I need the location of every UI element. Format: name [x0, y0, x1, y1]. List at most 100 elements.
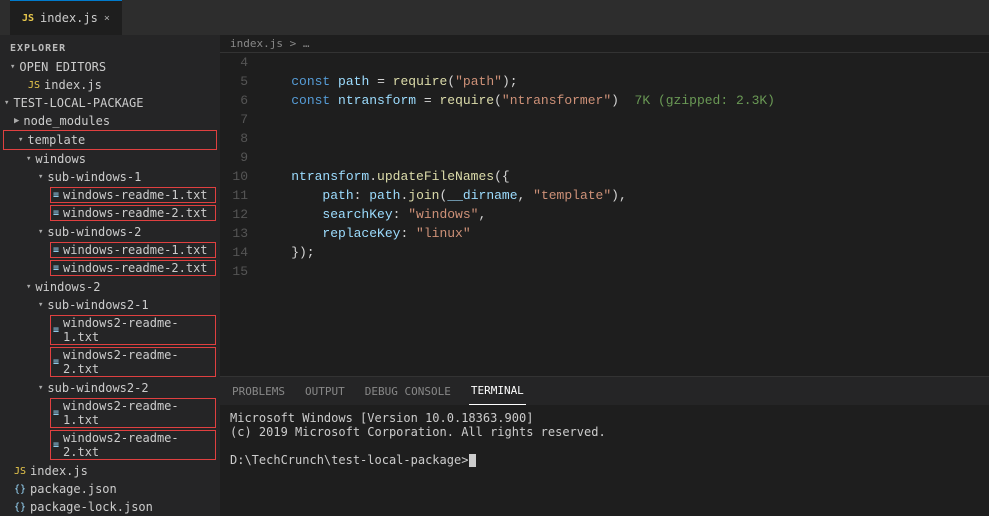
- tab-label: index.js: [40, 11, 98, 25]
- open-editors-section[interactable]: ▾ OPEN EDITORS: [0, 58, 220, 76]
- main-layout: EXPLORER ▾ OPEN EDITORS JS index.js ▾ TE…: [0, 35, 989, 516]
- sw2-windows-readme-1-label: windows-readme-1.txt: [63, 243, 208, 257]
- windows-readme-2-file[interactable]: ≡ windows-readme-2.txt: [50, 205, 216, 221]
- terminal-content[interactable]: Microsoft Windows [Version 10.0.18363.90…: [220, 405, 989, 516]
- windows-readme-1-label: windows-readme-1.txt: [63, 188, 208, 202]
- package-lock-json-label: package-lock.json: [30, 500, 153, 514]
- bottom-panel: PROBLEMS OUTPUT DEBUG CONSOLE TERMINAL M…: [220, 376, 989, 516]
- line-num: 12: [220, 205, 260, 224]
- node-modules-folder[interactable]: ▶ node_modules: [0, 112, 220, 130]
- line-num: 15: [220, 262, 260, 281]
- sub-windows-2-folder[interactable]: ▾ sub-windows-2: [0, 223, 220, 241]
- windows-2-folder[interactable]: ▾ windows-2: [0, 278, 220, 296]
- top-bar: JS index.js ×: [0, 0, 989, 35]
- package-json-file[interactable]: {} package.json: [0, 480, 220, 498]
- line-content: path: path.join(__dirname, "template"),: [260, 186, 627, 205]
- w2-sub2-readme-1-file[interactable]: ≡ windows2-readme-1.txt: [50, 398, 216, 428]
- txt-icon: ≡: [53, 325, 59, 336]
- chevron-icon: ▾: [26, 154, 31, 164]
- chevron-icon: ▾: [10, 62, 15, 72]
- index-js-label: index.js: [30, 464, 88, 478]
- code-line-9: 9: [220, 148, 989, 167]
- tab-debug-console[interactable]: DEBUG CONSOLE: [363, 377, 453, 405]
- line-num: 13: [220, 224, 260, 243]
- windows-readme-1-file[interactable]: ≡ windows-readme-1.txt: [50, 187, 216, 203]
- line-num: 5: [220, 72, 260, 91]
- js-file-icon: JS: [14, 466, 26, 477]
- breadcrumb: index.js > …: [220, 35, 989, 53]
- w2-sub1-readme-1-label: windows2-readme-1.txt: [63, 316, 213, 344]
- tab-close-button[interactable]: ×: [104, 13, 110, 24]
- windows-label: windows: [35, 152, 86, 166]
- w2-sub1-readme-2-file[interactable]: ≡ windows2-readme-2.txt: [50, 347, 216, 377]
- terminal-line-1: Microsoft Windows [Version 10.0.18363.90…: [230, 411, 979, 425]
- line-content: ntransform.updateFileNames({: [260, 167, 510, 186]
- w2-sub2-readme-2-file[interactable]: ≡ windows2-readme-2.txt: [50, 430, 216, 460]
- terminal-cursor: [469, 454, 476, 467]
- line-num: 9: [220, 148, 260, 167]
- code-line-10: 10 ntransform.updateFileNames({: [220, 167, 989, 186]
- template-folder[interactable]: ▾ template: [4, 131, 216, 149]
- js-tab-icon: JS: [22, 13, 34, 24]
- terminal-line-2: (c) 2019 Microsoft Corporation. All righ…: [230, 425, 979, 439]
- sub-windows2-2-label: sub-windows2-2: [47, 381, 148, 395]
- w2-sub2-readme-1-label: windows2-readme-1.txt: [63, 399, 213, 427]
- sw2-windows-readme-2-file[interactable]: ≡ windows-readme-2.txt: [50, 260, 216, 276]
- sub-windows-2-label: sub-windows-2: [47, 225, 141, 239]
- sub-windows-1-folder[interactable]: ▾ sub-windows-1: [0, 168, 220, 186]
- line-num: 4: [220, 53, 260, 72]
- line-num: 6: [220, 91, 260, 110]
- line-num: 8: [220, 129, 260, 148]
- tab-problems[interactable]: PROBLEMS: [230, 377, 287, 405]
- package-json-label: package.json: [30, 482, 117, 496]
- line-num: 11: [220, 186, 260, 205]
- w2-sub2-readme-2-label: windows2-readme-2.txt: [63, 431, 213, 459]
- code-line-11: 11 path: path.join(__dirname, "template"…: [220, 186, 989, 205]
- code-line-8: 8: [220, 129, 989, 148]
- txt-icon: ≡: [53, 357, 59, 368]
- chevron-icon: ▶: [14, 116, 19, 126]
- txt-icon: ≡: [53, 263, 59, 274]
- windows-folder[interactable]: ▾ windows: [0, 150, 220, 168]
- line-content: searchKey: "windows",: [260, 205, 486, 224]
- line-content: const ntransform = require("ntransformer…: [260, 91, 775, 110]
- chevron-icon: ▾: [38, 172, 43, 182]
- code-line-12: 12 searchKey: "windows",: [220, 205, 989, 224]
- txt-icon: ≡: [53, 245, 59, 256]
- line-num: 10: [220, 167, 260, 186]
- code-line-7: 7: [220, 110, 989, 129]
- chevron-icon: ▾: [26, 282, 31, 292]
- line-num: 7: [220, 110, 260, 129]
- panel-tab-bar: PROBLEMS OUTPUT DEBUG CONSOLE TERMINAL: [220, 377, 989, 405]
- sub-windows2-1-folder[interactable]: ▾ sub-windows2-1: [0, 296, 220, 314]
- code-line-5: 5 const path = require("path");: [220, 72, 989, 91]
- project-section[interactable]: ▾ TEST-LOCAL-PACKAGE: [0, 94, 220, 112]
- explorer-title: EXPLORER: [0, 35, 220, 58]
- line-content: replaceKey: "linux": [260, 224, 471, 243]
- js-file-icon: JS: [28, 80, 40, 91]
- sw2-windows-readme-1-file[interactable]: ≡ windows-readme-1.txt: [50, 242, 216, 258]
- package-lock-json-file[interactable]: {} package-lock.json: [0, 498, 220, 516]
- index-js-file[interactable]: JS index.js: [0, 462, 220, 480]
- tab-output[interactable]: OUTPUT: [303, 377, 347, 405]
- chevron-icon: ▾: [38, 227, 43, 237]
- open-file-item[interactable]: JS index.js: [0, 76, 220, 94]
- line-content: const path = require("path");: [260, 72, 518, 91]
- code-line-13: 13 replaceKey: "linux": [220, 224, 989, 243]
- editor-area: index.js > … 4 5 const path = require("p…: [220, 35, 989, 516]
- project-chevron-icon: ▾: [4, 98, 9, 108]
- project-label: TEST-LOCAL-PACKAGE: [13, 96, 143, 110]
- code-line-6: 6 const ntransform = require("ntransform…: [220, 91, 989, 110]
- chevron-icon: ▾: [18, 135, 23, 145]
- node-modules-label: node_modules: [23, 114, 110, 128]
- terminal-line-4: D:\TechCrunch\test-local-package>: [230, 453, 979, 467]
- sub-windows2-2-folder[interactable]: ▾ sub-windows2-2: [0, 379, 220, 397]
- w2-sub1-readme-1-file[interactable]: ≡ windows2-readme-1.txt: [50, 315, 216, 345]
- sub-windows2-1-label: sub-windows2-1: [47, 298, 148, 312]
- w2-sub1-readme-2-label: windows2-readme-2.txt: [63, 348, 213, 376]
- tab-terminal[interactable]: TERMINAL: [469, 377, 526, 405]
- code-editor[interactable]: 4 5 const path = require("path"); 6 cons…: [220, 53, 989, 376]
- code-line-14: 14 });: [220, 243, 989, 262]
- editor-tab[interactable]: JS index.js ×: [10, 0, 122, 35]
- template-label: template: [27, 133, 85, 147]
